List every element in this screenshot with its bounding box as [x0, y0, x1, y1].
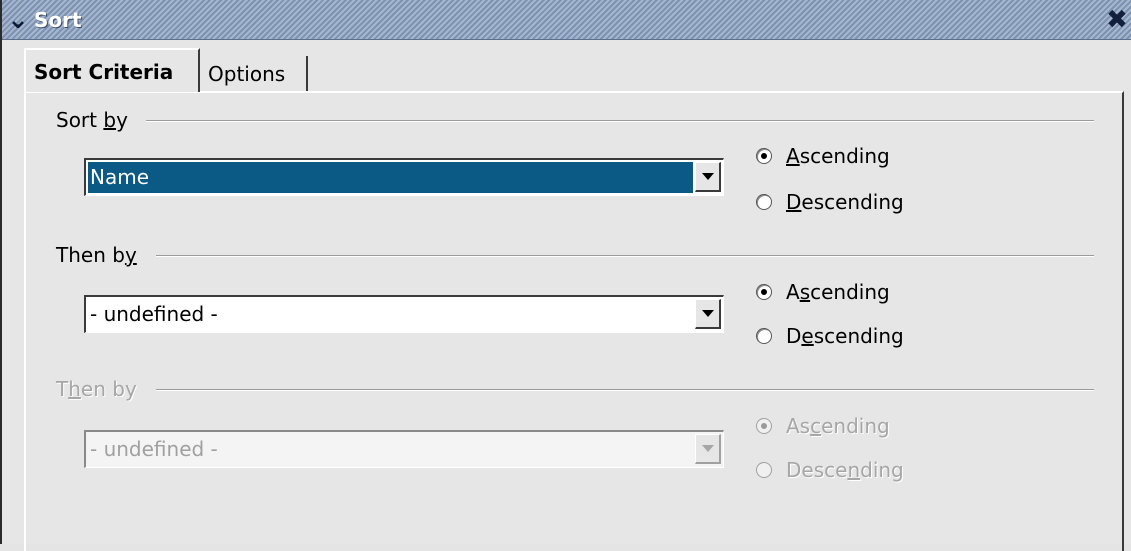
then-by-1-ascending-label: Ascending — [786, 280, 890, 304]
window-title: Sort — [34, 8, 82, 32]
chevron-down-icon — [702, 173, 714, 180]
sort-by-label: Sort by — [56, 107, 138, 133]
radio-circle — [756, 418, 772, 434]
sort-criteria-panel: Sort by Name Ascending Descending Then b… — [24, 91, 1124, 551]
tab-options[interactable]: Options — [200, 56, 308, 92]
radio-circle — [756, 284, 772, 300]
radio-circle — [756, 328, 772, 344]
chevron-down-icon — [702, 310, 714, 317]
tab-sort-criteria[interactable]: Sort Criteria — [24, 48, 200, 92]
group-divider — [156, 255, 1094, 257]
group-divider — [146, 120, 1094, 122]
then-by-1-descending-label: Descending — [786, 324, 904, 348]
then-by-selected-value-2: - undefined - — [88, 434, 693, 465]
group-divider — [156, 389, 1094, 391]
dropdown-button[interactable] — [695, 434, 721, 464]
then-by-2-ascending-label: Ascending — [786, 414, 890, 438]
then-by-key-select-2[interactable]: - undefined - — [84, 430, 724, 468]
title-bar[interactable]: ⌄ Sort ✖ — [2, 0, 1131, 40]
chevron-down-icon[interactable]: ⌄ — [4, 6, 32, 34]
dropdown-button[interactable] — [695, 299, 721, 329]
then-by-key-select-1[interactable]: - undefined - — [84, 295, 724, 333]
radio-checked-dot — [761, 153, 767, 159]
sort-by-selected-value: Name — [88, 162, 693, 193]
dropdown-button[interactable] — [695, 162, 721, 192]
sort-by-key-select[interactable]: Name — [84, 158, 724, 196]
radio-circle — [756, 462, 772, 478]
then-by-label-1: Then by — [56, 242, 147, 268]
close-icon[interactable]: ✖ — [1103, 6, 1131, 34]
sort-by-ascending-label: Ascending — [786, 144, 890, 168]
then-by-2-descending-label: Descending — [786, 458, 904, 482]
sort-dialog: ⌄ Sort ✖ Sort Criteria Options Sort by N… — [0, 0, 1131, 551]
then-by-selected-value-1: - undefined - — [90, 302, 218, 326]
radio-circle — [756, 194, 772, 210]
then-by-label-2: Then by — [56, 376, 147, 402]
radio-circle — [756, 148, 772, 164]
radio-checked-dot — [761, 423, 767, 429]
sort-by-descending-label: Descending — [786, 190, 904, 214]
radio-checked-dot — [761, 289, 767, 295]
chevron-down-icon — [702, 445, 714, 452]
